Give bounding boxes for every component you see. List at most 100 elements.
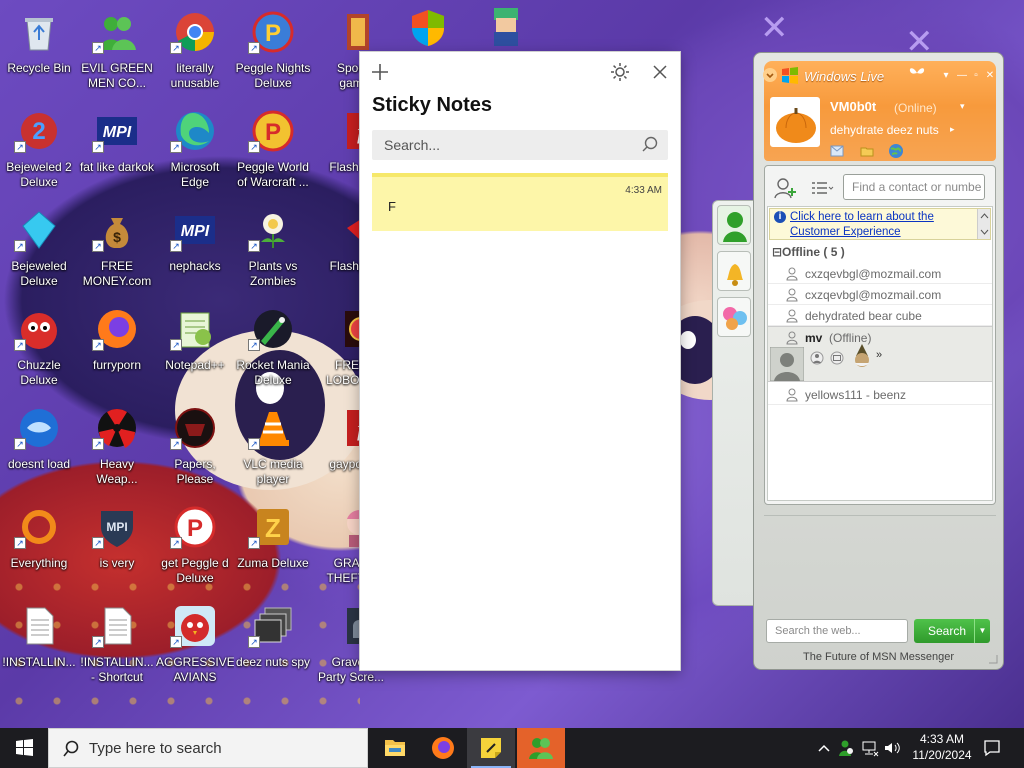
contact-name: cxzqevbgl@mozmail.com <box>805 288 942 302</box>
desktop-icon-free-money[interactable]: $ ↗ FREE MONEY.com <box>78 202 156 296</box>
desktop-icon-furryporn[interactable]: ↗ furryporn <box>78 301 156 395</box>
desktop-icon-get-peggle-deluxe[interactable]: P ↗ get Peggle d Deluxe <box>156 499 234 593</box>
contact-item[interactable]: yellows111 - beenz <box>768 384 992 405</box>
taskbar-messenger[interactable] <box>517 728 565 768</box>
games-tab[interactable] <box>717 297 751 337</box>
profile-icon[interactable] <box>810 351 824 365</box>
contacts-tab[interactable] <box>717 205 751 245</box>
desktop-icon-deez-nuts-spy[interactable]: ↗ deez nuts spy <box>234 598 312 692</box>
web-search-input[interactable] <box>766 619 908 643</box>
email-icon[interactable] <box>830 351 844 365</box>
messenger-tray-icon <box>839 740 853 756</box>
close-button[interactable]: ✕ <box>984 70 996 82</box>
notes-search-input[interactable] <box>372 130 632 160</box>
desktop-icon-literally-unusable[interactable]: ↗ literally unusable <box>156 4 234 98</box>
desktop-icon-chuzzle[interactable]: ↗ Chuzzle Deluxe <box>0 301 78 395</box>
desktop-icon-evil-green-men[interactable]: ↗ EVIL GREEN MEN CO... <box>78 4 156 98</box>
folder-icon[interactable] <box>860 145 874 157</box>
more-actions-icon[interactable]: » <box>876 349 882 361</box>
contact-item[interactable]: dehydrated bear cube <box>768 305 992 326</box>
user-status[interactable]: (Online) <box>894 101 937 115</box>
user-display-name[interactable]: VM0b0t <box>830 99 876 114</box>
desktop-icon-aggressive-avians[interactable]: ↗ AGGRESSIVE AVIANS <box>156 598 234 692</box>
contact-avatar-icon[interactable] <box>770 347 804 381</box>
web-search-button[interactable]: Search ▼ <box>914 619 990 643</box>
desktop-icon-rocket-mania[interactable]: ↗ Rocket Mania Deluxe <box>234 301 312 395</box>
tray-volume[interactable] <box>882 738 902 758</box>
settings-button[interactable] <box>608 60 632 84</box>
note-preview-text: F <box>388 199 396 214</box>
user-avatar[interactable] <box>770 97 820 147</box>
note-card[interactable]: 4:33 AM F <box>372 173 668 231</box>
desktop-icon-everything[interactable]: ↗ Everything <box>0 499 78 593</box>
tray-network[interactable] <box>860 738 880 758</box>
shortcut-arrow-icon: ↗ <box>248 636 260 648</box>
contact-item[interactable]: cxzqevbgl@mozmail.com <box>768 284 992 305</box>
new-note-button[interactable] <box>368 60 392 84</box>
desktop-icon-bejeweled-2[interactable]: 2 ↗ Bejeweled 2 Deluxe <box>0 103 78 197</box>
wizard-emoticon-icon[interactable] <box>850 343 874 369</box>
plus-icon <box>372 64 388 80</box>
alerts-tab[interactable] <box>717 251 751 291</box>
shortcut-arrow-icon: ↗ <box>92 141 104 153</box>
shortcut-arrow-icon: ↗ <box>92 537 104 549</box>
message-dropdown-icon[interactable]: ▸ <box>950 124 955 135</box>
banner-scrollbar[interactable] <box>977 209 990 239</box>
shortcut-arrow-icon: ↗ <box>170 42 182 54</box>
start-button[interactable] <box>0 728 48 768</box>
resize-grip-icon[interactable] <box>987 653 999 665</box>
personal-message[interactable]: dehydrate deez nuts <box>830 123 939 137</box>
mail-icon[interactable] <box>830 145 844 157</box>
desktop-icon-plants-vs-zombies[interactable]: ↗ Plants vs Zombies <box>234 202 312 296</box>
maximize-button[interactable]: ▫ <box>970 70 982 82</box>
taskbar-firefox[interactable] <box>419 728 467 768</box>
shortcut-arrow-icon: ↗ <box>14 141 26 153</box>
desktop-icon-notepad-plus-plus[interactable]: ↗ Notepad++ <box>156 301 234 395</box>
desktop-icon-recycle-bin[interactable]: Recycle Bin <box>0 4 78 98</box>
search-dropdown-icon[interactable]: ▼ <box>974 619 990 643</box>
desktop-icon-heavy-weapon[interactable]: ↗ Heavy Weap... <box>78 400 156 494</box>
minimize-button[interactable]: — <box>956 70 968 82</box>
desktop-icon-pixel-character[interactable] <box>486 6 526 48</box>
desktop-icon-fat-like-darkok[interactable]: MPI ↗ fat like darkok <box>78 103 156 197</box>
desktop-icon-microsoft-edge[interactable]: ↗ Microsoft Edge <box>156 103 234 197</box>
desktop-icon-vlc[interactable]: ↗ VLC media player <box>234 400 312 494</box>
desktop-icon-installing[interactable]: !INSTALLIN... <box>0 598 78 692</box>
taskbar-file-explorer[interactable] <box>371 728 419 768</box>
dropdown-button[interactable]: ▾ <box>940 70 952 82</box>
desktop-icon-label: Notepad++ <box>165 358 225 372</box>
contact-item-selected[interactable]: mv (Offline) » <box>768 326 992 382</box>
desktop-icon-peggle-world-of-warcraft[interactable]: P ↗ Peggle World of Warcraft ... <box>234 103 312 197</box>
shortcut-arrow-icon: ↗ <box>248 438 260 450</box>
taskbar-clock[interactable]: 4:33 AM 11/20/2024 <box>904 731 980 763</box>
offline-group-header[interactable]: ⊟Offline ( 5 ) <box>772 245 845 259</box>
desktop-icon-installing-shortcut[interactable]: ↗ !INSTALLIN... - Shortcut <box>78 598 156 692</box>
tray-messenger[interactable] <box>836 738 856 758</box>
desktop-icon-nephacks[interactable]: MPI ↗ nephacks <box>156 202 234 296</box>
taskbar: Type here to search 4:33 AM 11/20/2024 <box>0 728 1024 768</box>
butterfly-icon[interactable] <box>908 65 926 81</box>
desktop-icon-is-very[interactable]: MPI ↗ is very <box>78 499 156 593</box>
desktop-icon-papers-please[interactable]: ↗ Papers, Please <box>156 400 234 494</box>
svg-text:P: P <box>265 20 281 47</box>
globe-icon[interactable] <box>888 143 904 159</box>
view-options-button[interactable] <box>809 176 835 200</box>
desktop-icon-windows-security[interactable] <box>408 8 448 48</box>
menu-arrow-icon[interactable] <box>762 67 778 83</box>
status-dropdown-icon[interactable]: ▾ <box>960 101 965 112</box>
find-contact-input[interactable] <box>843 174 985 200</box>
taskbar-search-box[interactable]: Type here to search <box>48 728 368 768</box>
desktop-icon-bejeweled[interactable]: ↗ Bejeweled Deluxe <box>0 202 78 296</box>
contact-item[interactable]: cxzqevbgl@mozmail.com <box>768 263 992 284</box>
customer-experience-link[interactable]: Click here to learn about the Customer E… <box>790 210 976 240</box>
desktop-icon-zuma-deluxe[interactable]: Z ↗ Zuma Deluxe <box>234 499 312 593</box>
add-contact-button[interactable] <box>773 176 799 200</box>
taskbar-sticky-notes[interactable] <box>467 728 515 768</box>
search-icon[interactable] <box>640 135 660 155</box>
close-button[interactable] <box>648 60 672 84</box>
show-hidden-icons-button[interactable] <box>814 738 834 758</box>
desktop-icon-doesnt-load[interactable]: ↗ doesnt load <box>0 400 78 494</box>
action-center-button[interactable] <box>982 738 1002 758</box>
desktop-icon-label: nephacks <box>169 259 221 273</box>
desktop-icon-peggle-nights[interactable]: P ↗ Peggle Nights Deluxe <box>234 4 312 98</box>
